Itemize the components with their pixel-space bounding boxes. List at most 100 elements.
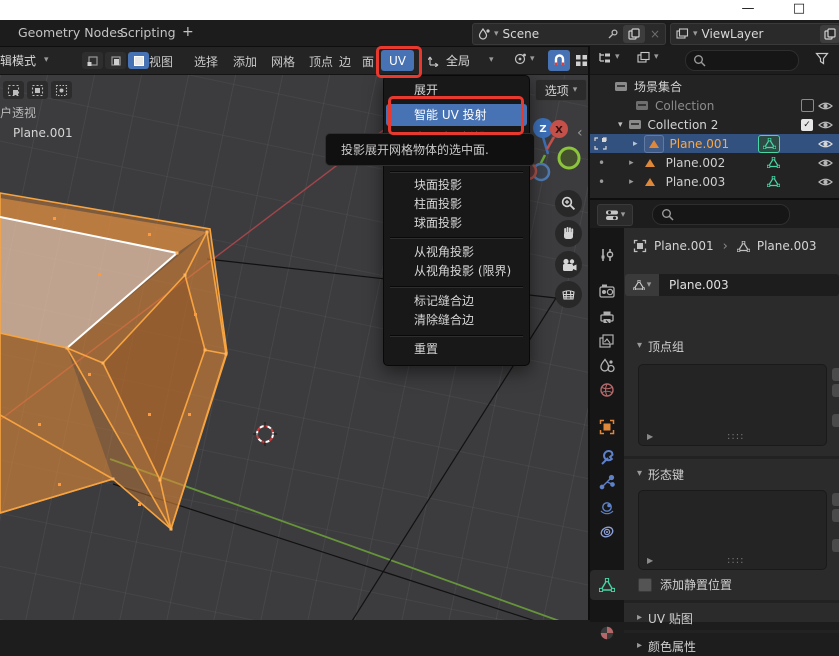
- tab-object[interactable]: [590, 414, 624, 440]
- list-resize-grip[interactable]: ::::: [727, 431, 744, 442]
- menu-view[interactable]: 视图: [149, 53, 173, 70]
- add-vertex-group-button[interactable]: [832, 368, 839, 381]
- new-viewlayer-button[interactable]: [820, 25, 839, 43]
- menu-item-clear-seam[interactable]: 清除缝合边: [384, 310, 529, 330]
- object-icon[interactable]: [633, 239, 647, 253]
- tab-particles[interactable]: [590, 469, 624, 495]
- eye-icon[interactable]: [818, 158, 833, 168]
- edge-select-button[interactable]: [105, 52, 126, 69]
- menu-item-cube-projection[interactable]: 块面投影: [384, 175, 529, 195]
- list-expand-icon[interactable]: ▶: [647, 432, 653, 441]
- shape-key-specials-button[interactable]: [832, 539, 839, 552]
- menu-item-cylinder-projection[interactable]: 柱面投影: [384, 194, 529, 214]
- unlink-scene-button[interactable]: ×: [650, 27, 660, 41]
- select-box-tool-button[interactable]: [27, 81, 48, 99]
- eye-icon[interactable]: [818, 101, 833, 111]
- display-mode-selector[interactable]: ▾: [637, 51, 659, 64]
- pin-icon[interactable]: [607, 28, 619, 40]
- tab-world[interactable]: [590, 377, 624, 403]
- menu-item-reset[interactable]: 重置: [384, 339, 529, 359]
- scene-collection-row[interactable]: 场景集合: [590, 77, 839, 96]
- select-circle-tool-button[interactable]: [51, 81, 72, 99]
- menu-select[interactable]: 选择: [194, 53, 218, 70]
- tab-output[interactable]: [590, 304, 624, 330]
- face-select-button[interactable]: [128, 52, 149, 69]
- menu-vertex[interactable]: 顶点: [309, 53, 333, 70]
- shape-keys-panel-header[interactable]: ▾ 形态键: [624, 464, 839, 484]
- viewlayer-name[interactable]: ViewLayer: [702, 27, 820, 41]
- zoom-view-button[interactable]: [555, 190, 582, 217]
- remove-shape-key-button[interactable]: [832, 509, 839, 522]
- menu-item-project-from-view[interactable]: 从视角投影: [384, 242, 529, 262]
- eye-icon[interactable]: [818, 139, 833, 149]
- menu-item-sphere-projection[interactable]: 球面投影: [384, 213, 529, 233]
- menu-mesh[interactable]: 网格: [271, 53, 295, 70]
- orientation-selector[interactable]: 全局 ▾: [428, 51, 494, 70]
- menu-add[interactable]: 添加: [233, 53, 257, 70]
- editor-type-selector[interactable]: ▾: [597, 204, 633, 226]
- plane002-row[interactable]: • ▸ Plane.002: [590, 153, 839, 172]
- uv-maps-panel-header[interactable]: ▸ UV 贴图: [624, 608, 839, 628]
- pan-view-button[interactable]: [555, 220, 582, 247]
- tab-scripting[interactable]: Scripting: [120, 25, 176, 40]
- menu-edge[interactable]: 边: [339, 53, 351, 70]
- filter-button[interactable]: [815, 52, 829, 65]
- menu-item-project-from-view-bounds[interactable]: 从视角投影 (限界): [384, 261, 529, 281]
- tab-constraints[interactable]: [590, 519, 624, 545]
- plane003-row[interactable]: • ▸ Plane.003: [590, 172, 839, 191]
- scene-dropdown-caret[interactable]: ▾: [494, 30, 499, 39]
- menu-face[interactable]: 面: [362, 53, 374, 70]
- vertex-group-specials-button[interactable]: [832, 414, 839, 427]
- scene-icon[interactable]: [478, 28, 490, 40]
- mesh-name-field[interactable]: Plane.003: [659, 274, 839, 296]
- plane001-row[interactable]: ▸ Plane.001: [590, 134, 839, 153]
- tab-data-selected[interactable]: [590, 570, 624, 600]
- shape-keys-list[interactable]: ▶ ::::: [638, 490, 827, 570]
- vertex-select-button[interactable]: [82, 52, 103, 69]
- color-attributes-panel-header[interactable]: ▸ 颜色属性: [624, 636, 839, 656]
- tweak-tool-button[interactable]: [3, 81, 24, 99]
- tab-physics[interactable]: [590, 494, 624, 520]
- remove-vertex-group-button[interactable]: [832, 384, 839, 397]
- window-maximize-button[interactable]: □: [789, 1, 809, 19]
- new-scene-button[interactable]: [623, 25, 645, 43]
- tab-geometry-nodes[interactable]: Geometry Nodes: [18, 25, 123, 40]
- expand-arrow-icon[interactable]: ▸: [633, 139, 638, 149]
- snap-toggle-button[interactable]: [548, 50, 570, 71]
- viewlayer-dropdown-caret[interactable]: ▾: [693, 30, 698, 39]
- expand-arrow-icon[interactable]: ▸: [629, 177, 634, 187]
- toggle-ortho-button[interactable]: [555, 281, 582, 308]
- camera-view-button[interactable]: [555, 251, 582, 278]
- collection-row[interactable]: Collection: [590, 96, 839, 115]
- expand-arrow-icon[interactable]: ▸: [629, 158, 634, 168]
- menu-item-smart-uv-project[interactable]: 智能 UV 投射: [386, 104, 527, 126]
- eye-icon[interactable]: [818, 120, 833, 130]
- tab-tool[interactable]: [590, 242, 624, 268]
- breadcrumb-object[interactable]: Plane.001: [654, 239, 714, 253]
- options-button[interactable]: 选项 ▾: [535, 79, 587, 101]
- collection2-row[interactable]: ▾ Collection 2 ✓: [590, 115, 839, 134]
- editor-type-selector[interactable]: ▾: [598, 51, 620, 64]
- eye-icon[interactable]: [818, 177, 833, 187]
- tab-modifiers[interactable]: [590, 444, 624, 470]
- viewlayer-icon[interactable]: [676, 28, 689, 40]
- rest-position-checkbox[interactable]: [638, 578, 652, 592]
- pivot-selector[interactable]: ▾: [513, 52, 535, 66]
- exclude-checkbox-checked[interactable]: ✓: [801, 119, 813, 131]
- add-shape-key-button[interactable]: [832, 493, 839, 506]
- list-resize-grip[interactable]: ::::: [727, 555, 744, 566]
- exclude-checkbox[interactable]: [801, 99, 814, 112]
- mesh-id-button[interactable]: ▾: [625, 274, 659, 296]
- list-expand-icon[interactable]: ▶: [647, 556, 653, 565]
- properties-search[interactable]: [652, 204, 790, 225]
- mode-selector[interactable]: 辑模式 ▾: [0, 51, 78, 70]
- vertex-groups-list[interactable]: ▶ ::::: [638, 364, 827, 446]
- tab-view-layer[interactable]: [590, 328, 624, 354]
- tab-render[interactable]: [590, 278, 624, 304]
- outliner-search[interactable]: [685, 50, 799, 71]
- tab-material[interactable]: [590, 620, 624, 646]
- vertex-groups-panel-header[interactable]: ▾ 顶点组: [624, 336, 839, 356]
- scene-name[interactable]: Scene: [503, 27, 607, 41]
- menu-item-mark-seam[interactable]: 标记缝合边: [384, 291, 529, 311]
- menu-uv[interactable]: UV: [381, 50, 414, 71]
